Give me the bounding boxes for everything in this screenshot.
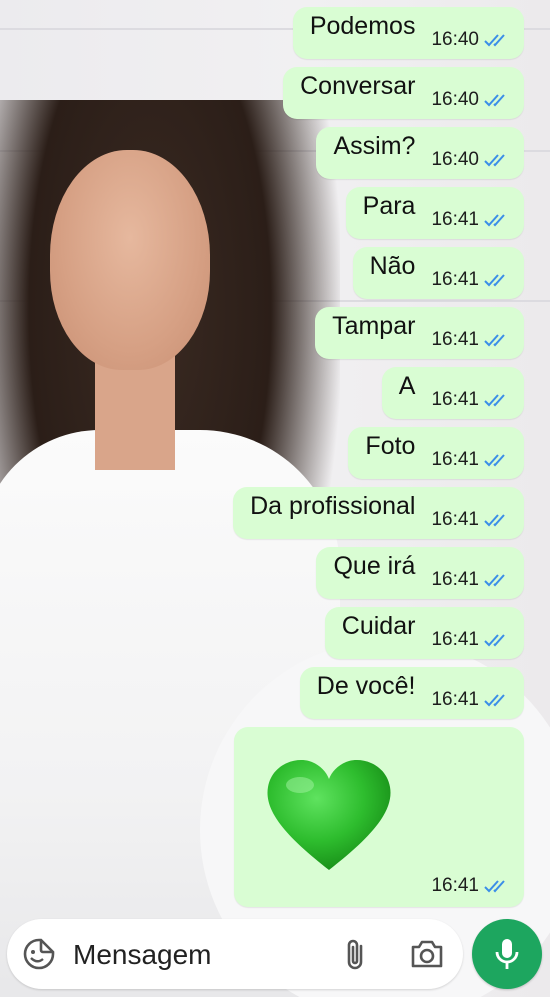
microphone-icon [495,939,519,969]
message-text: Podemos [309,12,416,40]
message-composer [7,919,463,989]
message-bubble[interactable]: De você! 16:41 [299,667,524,719]
double-check-icon [484,514,505,527]
message-time: 16:40 [431,29,479,50]
double-check-icon [484,34,505,47]
message-time: 16:40 [431,149,479,170]
message-time: 16:41 [431,269,479,290]
message-bubble[interactable]: Assim? 16:40 [316,127,524,179]
message-time: 16:41 [431,329,479,350]
message-input[interactable] [71,933,325,977]
emoji-message-bubble[interactable]: 16:41 [234,727,524,907]
double-check-icon [484,334,505,347]
double-check-icon [484,214,505,227]
message-text: Foto [365,432,416,460]
message-bubble[interactable]: Não 16:41 [352,247,524,299]
message-text: Para [362,192,416,220]
message-bubble[interactable]: Cuidar 16:41 [324,607,524,659]
message-time: 16:41 [431,689,479,710]
camera-icon[interactable] [409,938,445,970]
message-time: 16:41 [431,509,479,530]
message-text: Da profissional [250,492,416,520]
message-time: 16:41 [431,449,479,470]
message-bubble[interactable]: Para 16:41 [345,187,524,239]
double-check-icon [484,394,505,407]
message-text: Que irá [333,552,416,580]
message-text: A [398,372,416,400]
double-check-icon [484,274,505,287]
message-time: 16:41 [431,629,479,650]
double-check-icon [484,94,505,107]
message-bubble[interactable]: Que irá 16:41 [316,547,524,599]
message-bubble[interactable]: Conversar 16:40 [283,67,524,119]
voice-message-button[interactable] [472,919,542,989]
message-text: De você! [316,672,416,700]
message-time: 16:41 [431,209,479,230]
message-text: Assim? [333,132,416,160]
message-list: Podemos 16:40 Conversar 16:40 Assim? 16:40 … [233,0,524,907]
message-bubble[interactable]: Podemos 16:40 [292,7,524,59]
message-time: 16:41 [431,569,479,590]
message-text: Não [369,252,416,280]
message-time: 16:41 [431,875,479,896]
message-bubble[interactable]: Foto 16:41 [348,427,524,479]
double-check-icon [484,694,505,707]
double-check-icon [484,154,505,167]
double-check-icon [484,574,505,587]
message-bubble[interactable]: A 16:41 [381,367,524,419]
double-check-icon [484,634,505,647]
message-time: 16:41 [431,389,479,410]
double-check-icon [484,454,505,467]
message-text: Conversar [300,72,416,100]
green-heart-emoji [267,760,391,870]
double-check-icon [484,880,505,893]
paperclip-icon[interactable] [340,937,372,971]
message-time: 16:40 [431,89,479,110]
message-text: Tampar [332,312,416,340]
message-text: Cuidar [341,612,416,640]
sticker-icon[interactable] [22,937,56,971]
message-bubble[interactable]: Da profissional 16:41 [233,487,524,539]
message-bubble[interactable]: Tampar 16:41 [315,307,524,359]
